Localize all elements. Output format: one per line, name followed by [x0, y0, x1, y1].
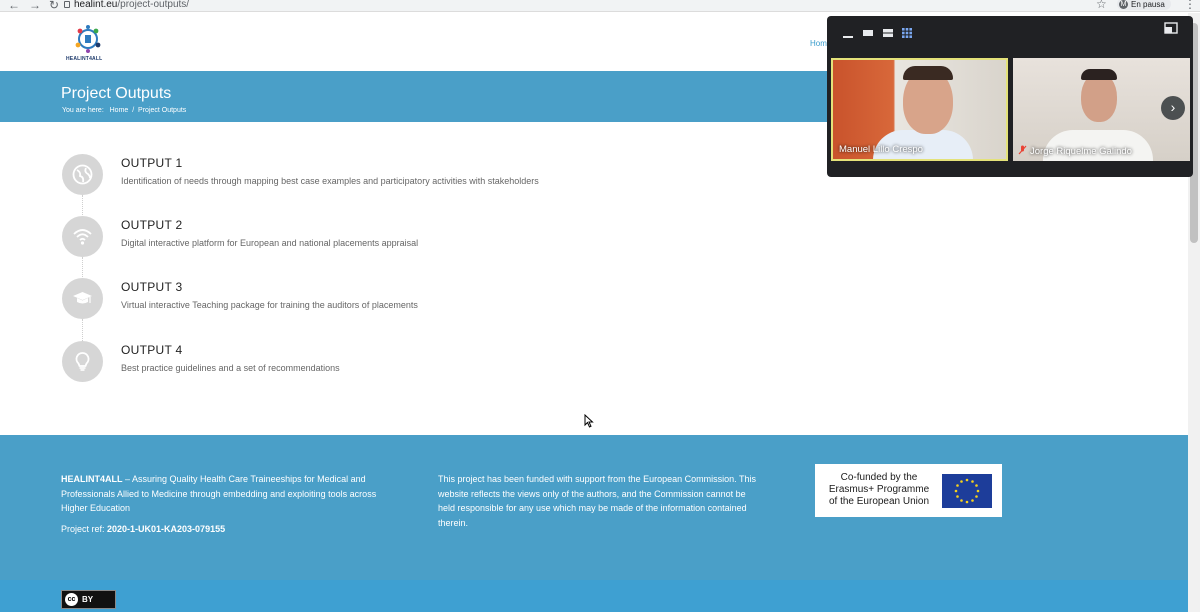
breadcrumb-separator: /: [132, 107, 135, 114]
url-path: /project-outputs/: [117, 0, 190, 10]
output-title: OUTPUT 2: [121, 218, 183, 232]
cc-label: cc: [65, 593, 78, 606]
reload-icon[interactable]: ↻: [49, 0, 59, 12]
site-footer: HEALINT4ALL – Assuring Quality Health Ca…: [0, 435, 1188, 580]
profile-status: En pausa: [1131, 0, 1165, 9]
project-ref-label: Project ref:: [61, 524, 108, 534]
output-description: Virtual interactive Teaching package for…: [121, 300, 418, 310]
breadcrumb-prefix: You are here:: [62, 107, 104, 114]
lightbulb-icon: [62, 341, 103, 382]
globe-icon: [62, 154, 103, 195]
participant-name: Jorge Riquelme Galindo: [1030, 146, 1132, 157]
forward-arrow-icon[interactable]: →: [29, 0, 41, 12]
breadcrumb: You are here: Home / Project Outputs: [62, 107, 186, 114]
output-title: OUTPUT 4: [121, 343, 183, 357]
nav-link-home[interactable]: Hom: [810, 39, 827, 48]
single-view-icon[interactable]: [862, 27, 874, 39]
output-item-2: OUTPUT 2 Digital interactive platform fo…: [62, 216, 762, 266]
sidebar-view-icon[interactable]: [882, 27, 894, 39]
address-bar[interactable]: healint.eu/project-outputs/: [74, 0, 189, 11]
creative-commons-badge[interactable]: cc BY: [61, 590, 116, 609]
bookmark-star-icon[interactable]: ☆: [1096, 0, 1107, 11]
output-title: OUTPUT 3: [121, 280, 183, 294]
output-item-1: OUTPUT 1 Identification of needs through…: [62, 154, 762, 204]
participant-hair: [1081, 69, 1117, 80]
grid-view-icon[interactable]: [901, 27, 913, 39]
next-participants-chevron-icon[interactable]: ›: [1161, 96, 1185, 120]
back-arrow-icon[interactable]: ←: [8, 0, 20, 12]
output-item-4: OUTPUT 4 Best practice guidelines and a …: [62, 341, 762, 391]
footer-disclaimer: This project has been funded with suppor…: [438, 474, 756, 528]
output-description: Best practice guidelines and a set of re…: [121, 363, 340, 373]
eu-flag-icon: [942, 474, 992, 508]
lock-icon: [64, 1, 70, 8]
url-domain: healint.eu: [74, 0, 118, 10]
video-call-overlay: Manuel Lillo Crespo Jorge Riquelme Galin…: [827, 16, 1193, 177]
cc-by-label: BY: [82, 595, 94, 604]
breadcrumb-current: Project Outputs: [138, 107, 187, 114]
output-description: Identification of needs through mapping …: [121, 176, 539, 186]
footer-project-description: HEALINT4ALL – Assuring Quality Health Ca…: [61, 472, 381, 516]
participant-name: Manuel Lillo Crespo: [839, 144, 923, 155]
wifi-icon: [62, 216, 103, 257]
participant-tile-1[interactable]: Manuel Lillo Crespo: [831, 58, 1008, 161]
footer-project-name: HEALINT4ALL: [61, 474, 123, 484]
erasmus-line-1: Co-funded by the: [840, 472, 918, 483]
output-item-3: OUTPUT 3 Virtual interactive Teaching pa…: [62, 278, 762, 328]
page-title: Project Outputs: [61, 85, 172, 102]
footer-project-ref: Project ref: 2020-1-UK01-KA203-079155: [61, 524, 225, 534]
mouse-cursor-icon: [584, 414, 594, 428]
logo-text: HEALINT4ALL: [66, 56, 103, 62]
expand-window-icon[interactable]: [1164, 22, 1178, 34]
erasmus-line-3: of the European Union: [828, 496, 930, 507]
graduation-cap-icon: [62, 278, 103, 319]
participant-hair: [903, 66, 953, 80]
minimize-icon[interactable]: [842, 27, 854, 39]
output-description: Digital interactive platform for Europea…: [121, 238, 419, 248]
mic-muted-icon: [1018, 145, 1027, 155]
profile-chip[interactable]: M En pausa: [1117, 0, 1171, 10]
erasmus-cofunded-logo: Co-funded by the Erasmus+ Programme of t…: [815, 464, 1002, 517]
browser-toolbar: ← → ↻ healint.eu/project-outputs/ ☆ M En…: [0, 0, 1200, 12]
output-title: OUTPUT 1: [121, 156, 183, 170]
erasmus-line-2: Erasmus+ Programme: [828, 484, 930, 495]
avatar: M: [1119, 0, 1128, 9]
menu-kebab-icon[interactable]: ⋮: [1184, 0, 1196, 11]
project-ref-value: 2020-1-UK01-KA203-079155: [107, 524, 226, 534]
footer-bottom-bar: cc BY: [0, 580, 1188, 612]
breadcrumb-home-link[interactable]: Home: [110, 107, 129, 114]
